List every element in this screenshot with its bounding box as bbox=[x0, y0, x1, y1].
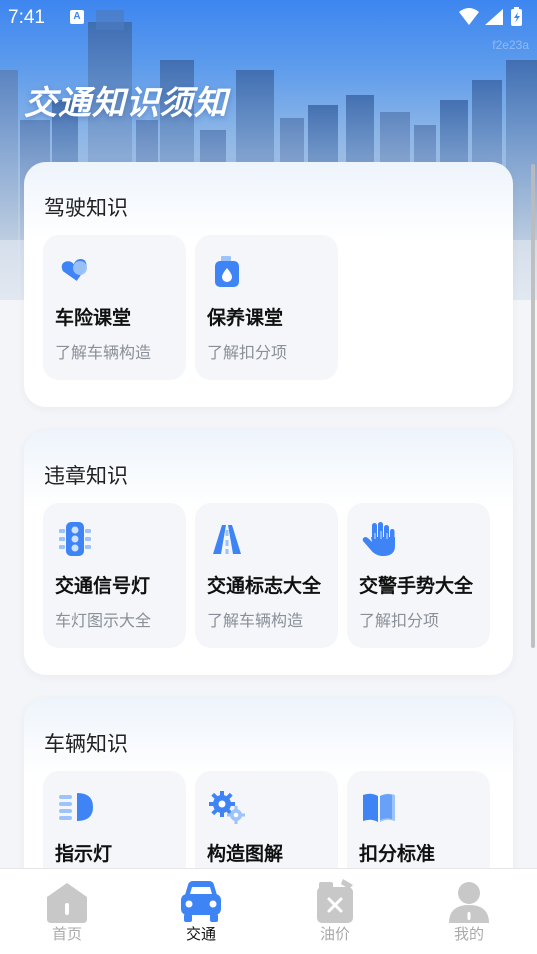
item-title: 扣分标准 bbox=[359, 843, 436, 865]
page-title: 交通知识须知 bbox=[24, 83, 228, 122]
item-title: 构造图解 bbox=[207, 843, 284, 865]
gears-icon bbox=[209, 791, 245, 824]
wifi-icon bbox=[459, 8, 479, 25]
item-title: 指示灯 bbox=[55, 843, 113, 865]
nav-label: 我的 bbox=[453, 925, 484, 943]
item-title: 交通标志大全 bbox=[207, 575, 322, 597]
bottom-navigation: 首页 交通 油价 我的 bbox=[0, 868, 537, 954]
nav-label: 油价 bbox=[319, 925, 350, 943]
section-title: 违章知识 bbox=[44, 464, 128, 488]
nav-label: 交通 bbox=[185, 925, 216, 943]
status-bar: 7:41 A f2e23a bbox=[0, 0, 537, 52]
item-police-gestures[interactable]: 交警手势大全 了解扣分项 bbox=[347, 503, 490, 648]
book-icon bbox=[363, 793, 395, 822]
item-subtitle: 了解车辆构造 bbox=[55, 343, 152, 362]
item-maintenance-class[interactable]: 保养课堂 了解扣分项 bbox=[195, 235, 338, 380]
status-icons bbox=[459, 7, 522, 26]
item-subtitle: 车灯图示大全 bbox=[55, 611, 152, 630]
item-title: 车险课堂 bbox=[55, 307, 132, 329]
hand-icon bbox=[362, 522, 395, 556]
item-title: 交通信号灯 bbox=[55, 575, 151, 597]
car-icon bbox=[181, 881, 221, 922]
nav-item-fuel-price[interactable]: 油价 bbox=[268, 869, 402, 954]
item-subtitle: 了解扣分项 bbox=[207, 343, 288, 362]
status-time: 7:41 bbox=[8, 7, 45, 28]
scrollbar[interactable] bbox=[531, 164, 535, 648]
item-traffic-lights[interactable]: 交通信号灯 车灯图示大全 bbox=[43, 503, 186, 648]
item-title: 保养课堂 bbox=[207, 307, 284, 329]
home-icon bbox=[47, 883, 87, 923]
heart-shield-icon bbox=[61, 258, 87, 281]
bottle-drop-icon bbox=[215, 256, 239, 287]
cell-signal-icon bbox=[485, 9, 503, 25]
traffic-light-icon bbox=[59, 522, 91, 556]
item-subtitle: 了解车辆构造 bbox=[207, 611, 304, 630]
item-title: 交警手势大全 bbox=[359, 575, 474, 597]
section-violation-knowledge: 违章知识 交通信号灯 车灯图示大全 交通标志大全 了解车辆构造 交警手势大全 了… bbox=[24, 430, 513, 675]
fuel-can-icon bbox=[317, 879, 353, 923]
road-icon bbox=[213, 525, 241, 554]
section-driving-knowledge: 驾驶知识 车险课堂 了解车辆构造 保养课堂 了解扣分项 bbox=[24, 162, 513, 407]
user-icon bbox=[449, 882, 489, 923]
nav-item-traffic[interactable]: 交通 bbox=[134, 869, 268, 954]
nav-label: 首页 bbox=[51, 925, 82, 943]
nav-item-mine[interactable]: 我的 bbox=[402, 869, 536, 954]
watermark-text: f2e23a bbox=[492, 38, 529, 52]
item-traffic-signs[interactable]: 交通标志大全 了解车辆构造 bbox=[195, 503, 338, 648]
section-title: 车辆知识 bbox=[44, 732, 128, 756]
headlight-icon bbox=[59, 793, 93, 821]
section-title: 驾驶知识 bbox=[44, 196, 128, 220]
notification-a-icon: A bbox=[70, 10, 84, 24]
nav-item-home[interactable]: 首页 bbox=[0, 869, 134, 954]
item-insurance-class[interactable]: 车险课堂 了解车辆构造 bbox=[43, 235, 186, 380]
item-subtitle: 了解扣分项 bbox=[359, 611, 440, 630]
